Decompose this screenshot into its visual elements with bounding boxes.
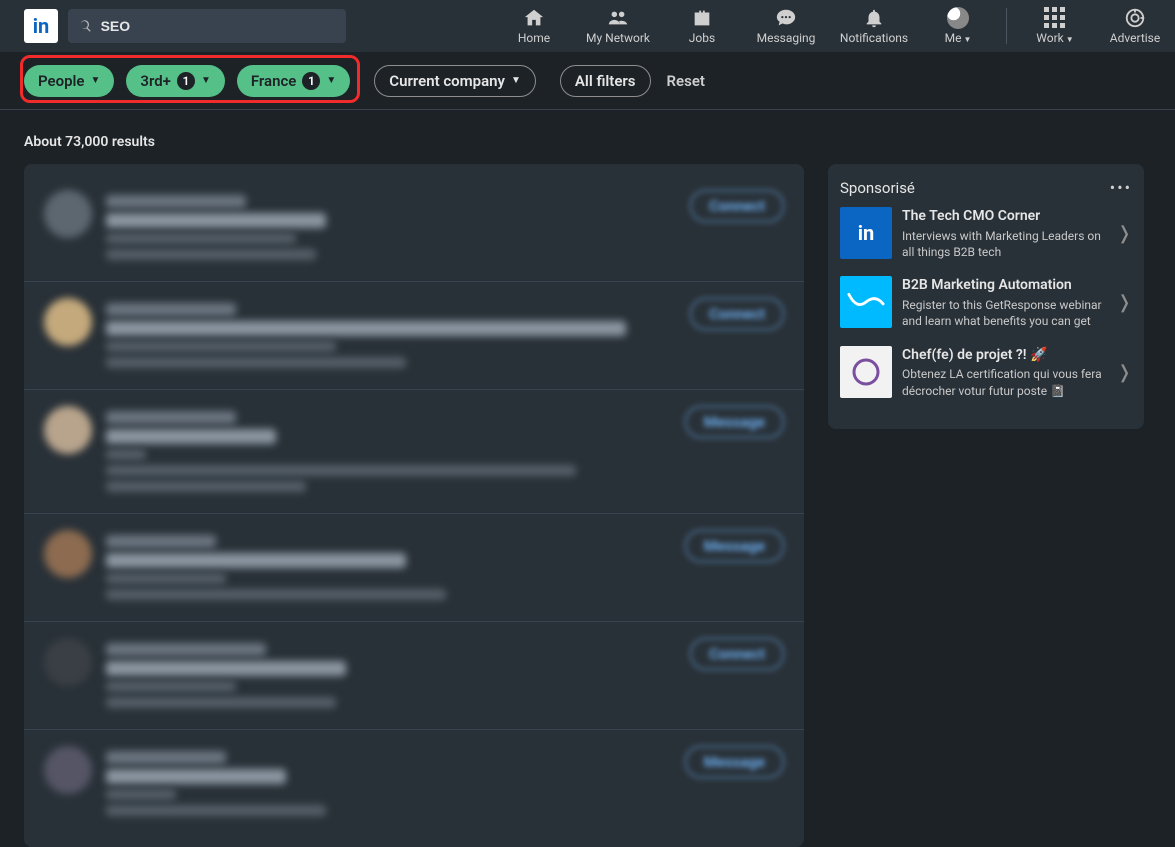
target-icon <box>1124 7 1146 29</box>
result-item[interactable]: Message <box>24 390 804 514</box>
search-box[interactable] <box>68 9 346 43</box>
result-item[interactable]: Connect <box>24 622 804 730</box>
result-avatar <box>44 190 92 238</box>
promo-title: The Tech CMO Corner <box>902 207 1107 226</box>
linkedin-logo[interactable]: in <box>24 9 58 43</box>
messaging-icon <box>775 7 797 29</box>
filter-bar: People ▼ 3rd+ 1 ▼ France 1 ▼ Current com… <box>0 52 1175 110</box>
result-item[interactable]: Message <box>24 730 804 837</box>
chevron-down-icon: ▼ <box>511 75 521 86</box>
nav-icons: Home My Network Jobs Messaging Notificat… <box>494 0 1175 52</box>
filter-all-label: All filters <box>575 72 636 90</box>
connect-button[interactable]: Connect <box>690 190 784 222</box>
promo-title: Chef(fe) de projet ?! 🚀 <box>902 346 1107 365</box>
result-body <box>106 638 676 713</box>
home-icon <box>523 7 545 29</box>
chevron-right-icon: ❭ <box>1117 292 1132 313</box>
connect-button[interactable]: Connect <box>690 638 784 670</box>
results-list: Connect Connect Message <box>24 164 804 847</box>
nav-work-label: Work▼ <box>1036 31 1073 45</box>
nav-network-label: My Network <box>586 31 650 45</box>
avatar-icon <box>947 7 969 29</box>
promo-desc: Obtenez LA certification qui vous fera d… <box>902 367 1102 397</box>
promo-text: Chef(fe) de projet ?! 🚀 Obtenez LA certi… <box>902 346 1107 399</box>
chevron-down-icon: ▼ <box>326 75 336 86</box>
sidebar-title: Sponsorisé <box>840 179 915 197</box>
more-icon[interactable]: ••• <box>1110 178 1132 197</box>
filter-location-label: France <box>251 72 297 90</box>
result-item[interactable]: Message <box>24 514 804 622</box>
result-body <box>106 746 671 821</box>
nav-network[interactable]: My Network <box>574 0 662 52</box>
promo-item[interactable]: B2B Marketing Automation Register to thi… <box>840 276 1132 329</box>
filter-location-badge: 1 <box>302 72 320 90</box>
search-icon <box>78 18 93 34</box>
promo-image <box>840 346 892 398</box>
chevron-down-icon: ▼ <box>91 75 101 86</box>
grid-icon <box>1044 7 1066 29</box>
network-icon <box>607 7 629 29</box>
filter-all[interactable]: All filters <box>560 65 651 97</box>
filter-reset[interactable]: Reset <box>667 72 705 90</box>
jobs-icon <box>691 7 713 29</box>
result-avatar <box>44 746 92 794</box>
result-avatar <box>44 530 92 578</box>
result-body <box>106 190 676 265</box>
main-columns: Connect Connect Message <box>0 164 1175 847</box>
sidebar-header: Sponsorisé ••• <box>840 178 1132 197</box>
nav-advertise-label: Advertise <box>1110 31 1160 45</box>
nav-separator <box>1006 8 1007 44</box>
promo-title: B2B Marketing Automation <box>902 276 1107 295</box>
promo-desc: Register to this GetResponse webinar and… <box>902 298 1102 328</box>
result-item[interactable]: Connect <box>24 174 804 282</box>
result-body <box>106 298 676 373</box>
search-input[interactable] <box>101 18 336 34</box>
filter-people-label: People <box>38 72 85 90</box>
promo-image: in <box>840 207 892 259</box>
result-avatar <box>44 298 92 346</box>
filter-company[interactable]: Current company ▼ <box>374 65 536 97</box>
filter-location[interactable]: France 1 ▼ <box>237 65 350 97</box>
nav-notifications-label: Notifications <box>840 31 908 45</box>
chevron-right-icon: ❭ <box>1117 223 1132 244</box>
filter-connections[interactable]: 3rd+ 1 ▼ <box>126 65 224 97</box>
message-button[interactable]: Message <box>685 530 784 562</box>
nav-notifications[interactable]: Notifications <box>830 0 918 52</box>
sponsored-sidebar: Sponsorisé ••• in The Tech CMO Corner In… <box>828 164 1144 429</box>
message-button[interactable]: Message <box>685 406 784 438</box>
connect-button[interactable]: Connect <box>690 298 784 330</box>
nav-home[interactable]: Home <box>494 0 574 52</box>
results-count: About 73,000 results <box>0 110 1175 164</box>
filter-company-label: Current company <box>389 72 505 90</box>
result-item[interactable]: Connect <box>24 282 804 390</box>
result-body <box>106 530 671 605</box>
chevron-right-icon: ❭ <box>1117 362 1132 383</box>
promo-desc: Interviews with Marketing Leaders on all… <box>902 229 1101 259</box>
promo-image <box>840 276 892 328</box>
promo-text: B2B Marketing Automation Register to thi… <box>902 276 1107 329</box>
nav-advertise[interactable]: Advertise <box>1095 0 1175 52</box>
message-button[interactable]: Message <box>685 746 784 778</box>
result-body <box>106 406 671 497</box>
promo-item[interactable]: Chef(fe) de projet ?! 🚀 Obtenez LA certi… <box>840 346 1132 399</box>
nav-me[interactable]: Me▼ <box>918 0 998 52</box>
result-avatar <box>44 406 92 454</box>
filter-connections-badge: 1 <box>177 72 195 90</box>
filter-connections-label: 3rd+ <box>140 72 171 90</box>
nav-jobs[interactable]: Jobs <box>662 0 742 52</box>
nav-home-label: Home <box>518 31 550 45</box>
promo-text: The Tech CMO Corner Interviews with Mark… <box>902 207 1107 260</box>
result-avatar <box>44 638 92 686</box>
chevron-down-icon: ▼ <box>201 75 211 86</box>
nav-me-label: Me▼ <box>945 31 972 45</box>
bell-icon <box>863 7 885 29</box>
top-nav: in Home My Network Jobs Messaging Notifi… <box>0 0 1175 52</box>
filter-people[interactable]: People ▼ <box>24 65 114 97</box>
nav-messaging-label: Messaging <box>757 31 816 45</box>
nav-messaging[interactable]: Messaging <box>742 0 830 52</box>
promo-item[interactable]: in The Tech CMO Corner Interviews with M… <box>840 207 1132 260</box>
nav-work[interactable]: Work▼ <box>1015 0 1095 52</box>
nav-jobs-label: Jobs <box>689 31 715 45</box>
